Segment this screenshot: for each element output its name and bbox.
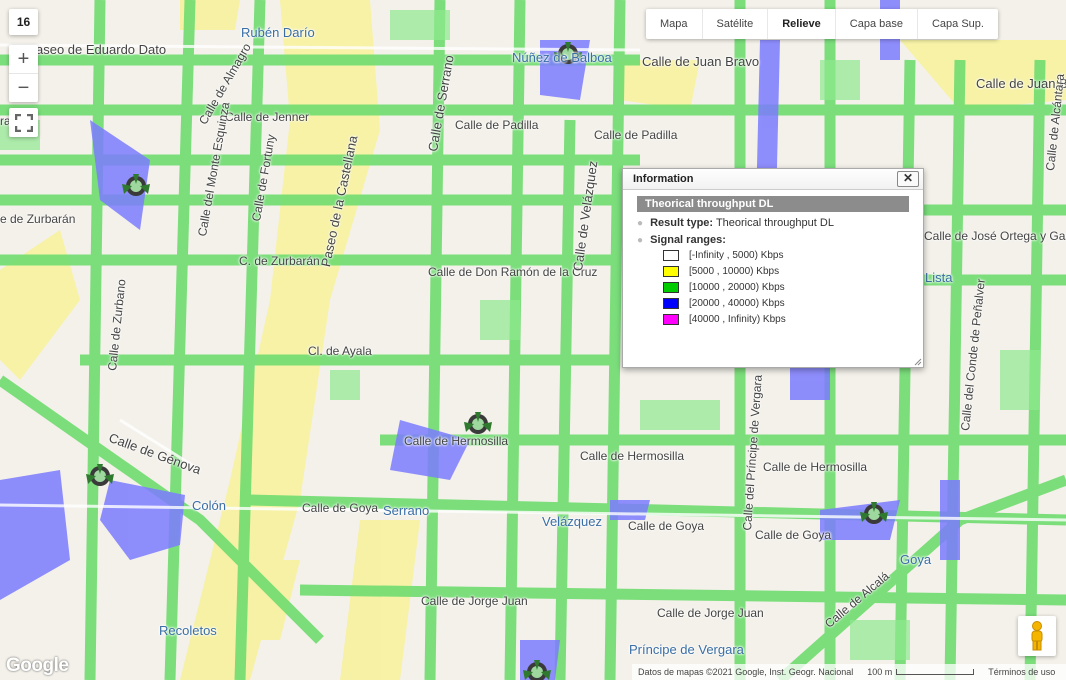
result-type-row: ● Result type: Theorical throughput DL [637,217,923,229]
resize-grip-icon[interactable] [914,358,922,366]
street-label: Cl. de Ayala [308,344,372,358]
street-label: Calle de Jenner [225,110,310,124]
street-label: C. de Zurbarán [239,254,320,268]
zoom-out-button[interactable]: − [9,74,38,102]
attribution-text[interactable]: Datos de mapas ©2021 Google, Inst. Geogr… [638,667,853,677]
street-view-button[interactable] [1018,616,1056,656]
legend-swatch [663,314,679,325]
street-label: Calle de Goya [302,501,379,515]
station-label: Colón [192,498,226,513]
street-label: e de Zurbarán [0,212,76,226]
result-type-label: Result type: [650,217,714,229]
scale-bar [896,669,975,675]
legend-item: [10000 , 20000) Kbps [663,281,923,294]
map-footer: Datos de mapas ©2021 Google, Inst. Geogr… [632,664,1066,680]
legend-item: [20000 , 40000) Kbps [663,297,923,310]
legend-item: [40000 , Infinity) Kbps [663,313,923,326]
bullet-icon: ● [637,218,644,229]
legend-swatch [663,298,679,309]
scale-label: 100 m [867,667,893,677]
legend-label: [20000 , 40000) Kbps [689,298,785,309]
street-label: Calle de Hermosilla [404,434,509,448]
legend-item: [5000 , 10000) Kbps [663,265,923,278]
station-label: Lista [925,270,953,285]
signal-ranges-label: Signal ranges: [650,234,726,246]
street-label: Calle de Jorge Juan [657,606,764,620]
map-type-capa-sup[interactable]: Capa Sup. [918,9,998,39]
information-window-header[interactable]: Information ✕ [623,169,923,190]
map-type-capa-base[interactable]: Capa base [836,9,918,39]
result-type-value: Theorical throughput DL [715,217,834,229]
station-label: Goya [900,552,932,567]
map-type-satelite[interactable]: Satélite [703,9,769,39]
legend-label: [5000 , 10000) Kbps [689,266,780,277]
station-label: Velázquez [542,514,602,529]
street-label: Calle de Padilla [594,128,678,142]
result-header-bar: Theorical throughput DL [637,196,909,212]
street-label: Calle de Goya [755,528,832,542]
zoom-in-button[interactable]: + [9,45,38,74]
street-label: Calle de Goya [628,519,705,533]
station-label: Serrano [383,503,430,518]
map-type-mapa[interactable]: Mapa [646,9,703,39]
signal-ranges-row: ● Signal ranges: [637,234,923,246]
map-type-relieve[interactable]: Relieve [768,9,836,39]
street-label: Núñez de Balboa [512,50,612,65]
bullet-icon: ● [637,235,644,246]
zoom-level-badge: 16 [9,9,38,35]
terms-link[interactable]: Términos de uso [988,667,1055,677]
pegman-icon [1031,621,1043,651]
map-type-control: Mapa Satélite Relieve Capa base Capa Sup… [646,9,998,39]
street-label: Calle de Padilla [455,118,539,132]
scale-control[interactable]: 100 m [867,667,975,677]
legend-swatch [663,266,679,277]
signal-legend: [-Infinity , 5000) Kbps [5000 , 10000) Kb… [623,249,923,326]
close-icon: ✕ [902,171,914,185]
station-label: Recoletos [159,623,217,638]
legend-label: [10000 , 20000) Kbps [689,282,785,293]
zoom-controls: + − [9,45,38,102]
station-label: Príncipe de Vergara [629,642,744,657]
street-label: Calle de Juan Bravo [642,54,760,69]
street-label: aseo de Eduardo Dato [36,42,167,57]
legend-label: [-Infinity , 5000) Kbps [689,250,784,261]
fullscreen-icon [14,113,33,132]
legend-label: [40000 , Infinity) Kbps [689,314,786,325]
close-button[interactable]: ✕ [897,171,919,187]
street-label: Calle de Hermosilla [580,449,685,463]
information-title: Information [633,173,694,185]
street-label: Calle de Hermosilla [763,460,868,474]
street-label: Rubén Darío [241,25,315,40]
street-label: Calle de José Ortega y Gasset [924,229,1066,243]
legend-swatch [663,282,679,293]
information-window: Information ✕ Theorical throughput DL ● … [622,168,924,368]
legend-swatch [663,250,679,261]
fullscreen-button[interactable] [9,108,38,137]
street-label: Calle de Jorge Juan [421,594,528,608]
google-logo: Google [6,655,69,676]
legend-item: [-Infinity , 5000) Kbps [663,249,923,262]
